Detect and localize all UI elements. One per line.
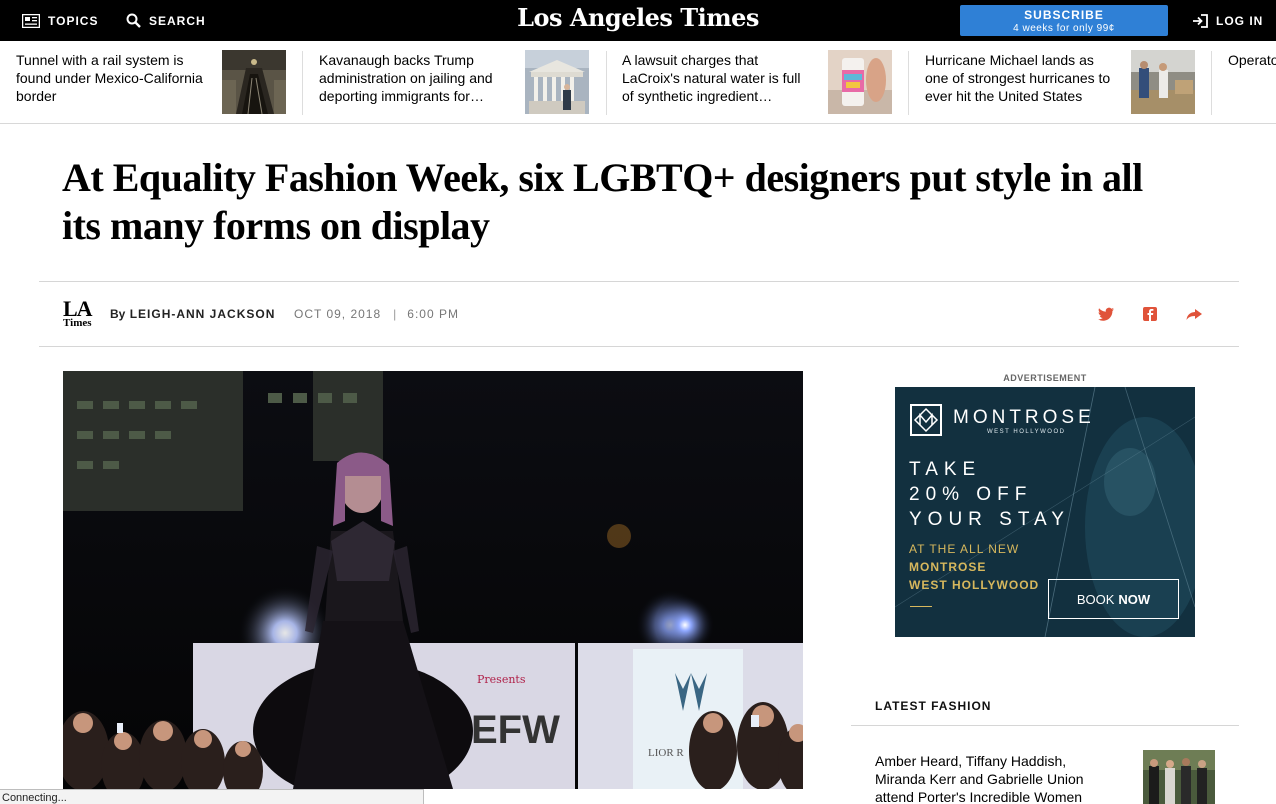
top-nav: TOPICS SEARCH Los Angeles Times SUBSCRIB… bbox=[0, 0, 1276, 41]
latest-fashion-rule bbox=[851, 725, 1239, 726]
rail-divider bbox=[1211, 51, 1212, 115]
login-button[interactable]: LOG IN bbox=[1192, 0, 1263, 41]
backdrop-efw-logo: EFW bbox=[471, 708, 560, 752]
rail-divider bbox=[302, 51, 303, 115]
rail-item-text[interactable]: Operato involved that kill bbox=[1228, 51, 1276, 69]
login-icon bbox=[1193, 13, 1208, 28]
ad-offer-line: YOUR STAY bbox=[909, 509, 1070, 530]
search-icon bbox=[126, 13, 141, 28]
subscribe-label: SUBSCRIBE bbox=[1024, 8, 1104, 22]
ad-offer-line: 20% OFF bbox=[909, 484, 1033, 505]
latest-fashion-heading: LATEST FASHION bbox=[875, 699, 992, 713]
twitter-icon[interactable] bbox=[1096, 304, 1116, 324]
montrose-ad[interactable]: MONTROSE WEST HOLLYWOOD TAKE 20% OFF YOU… bbox=[895, 387, 1195, 637]
runway-photo: Presents EFW LIOR R bbox=[63, 371, 803, 789]
latest-fashion-thumbnail[interactable] bbox=[1143, 750, 1215, 804]
login-label: LOG IN bbox=[1216, 13, 1264, 28]
topics-label: TOPICS bbox=[48, 13, 99, 28]
ad-tagline-location: WEST HOLLYWOOD bbox=[909, 578, 1040, 592]
supreme-court-photo[interactable] bbox=[525, 50, 589, 114]
rail-item-text[interactable]: Kavanaugh backs Trump administration on … bbox=[319, 51, 509, 105]
rail-item-text[interactable]: A lawsuit charges that LaCroix's natural… bbox=[622, 51, 812, 105]
publish-date: OCT 09, 2018 bbox=[294, 307, 382, 321]
topics-button[interactable]: TOPICS bbox=[22, 0, 98, 41]
lead-photo[interactable]: Presents EFW LIOR R bbox=[63, 371, 803, 789]
ad-gold-divider bbox=[910, 606, 932, 607]
book-now-button[interactable]: BOOK NOW bbox=[1048, 579, 1179, 619]
rail-item-text[interactable]: Hurricane Michael lands as one of strong… bbox=[925, 51, 1115, 105]
facebook-icon[interactable] bbox=[1140, 304, 1160, 324]
subscribe-offer: 4 weeks for only 99¢ bbox=[1013, 23, 1115, 34]
latest-fashion-item[interactable]: Amber Heard, Tiffany Haddish, Miranda Ke… bbox=[875, 752, 1115, 804]
ad-tagline: AT THE ALL NEW bbox=[909, 542, 1020, 556]
montrose-logo-icon bbox=[910, 404, 942, 436]
rail-item-text[interactable]: Tunnel with a rail system is found under… bbox=[16, 51, 206, 105]
book-now-label-bold: NOW bbox=[1118, 591, 1151, 607]
publish-time: 6:00 PM bbox=[407, 307, 459, 321]
rail-divider bbox=[606, 51, 607, 115]
newspaper-icon bbox=[22, 13, 40, 28]
headline-rail: Tunnel with a rail system is found under… bbox=[0, 41, 1276, 124]
tunnel-photo[interactable] bbox=[222, 50, 286, 114]
byline: By LEIGH-ANN JACKSON bbox=[110, 307, 275, 321]
logo-times-text: Times bbox=[63, 317, 92, 329]
date-separator: | bbox=[393, 307, 398, 321]
dateline: OCT 09, 2018 | 6:00 PM bbox=[294, 307, 459, 321]
byline-top-rule bbox=[39, 281, 1239, 282]
search-label: SEARCH bbox=[149, 13, 206, 28]
hurricane-photo[interactable] bbox=[1131, 50, 1195, 114]
author-name[interactable]: LEIGH-ANN JACKSON bbox=[130, 307, 276, 321]
rail-divider bbox=[908, 51, 909, 115]
byline-prefix: By bbox=[110, 307, 126, 321]
subscribe-button[interactable]: SUBSCRIBE 4 weeks for only 99¢ bbox=[960, 5, 1168, 36]
browser-status-bar: Connecting... bbox=[0, 789, 424, 804]
share-icon[interactable] bbox=[1184, 304, 1204, 324]
book-now-label-light: BOOK bbox=[1076, 591, 1115, 607]
advertisement-label: ADVERTISEMENT bbox=[1003, 373, 1087, 383]
la-times-byline-logo: LA Times bbox=[62, 296, 96, 330]
lacroix-can-photo[interactable] bbox=[828, 50, 892, 114]
search-button[interactable]: SEARCH bbox=[126, 0, 206, 41]
byline-bottom-rule bbox=[39, 346, 1239, 347]
ad-offer-line: TAKE bbox=[909, 459, 982, 480]
ad-brand: MONTROSE bbox=[953, 407, 1095, 428]
ad-brand-sub: WEST HOLLYWOOD bbox=[987, 429, 1066, 435]
article-headline: At Equality Fashion Week, six LGBTQ+ des… bbox=[62, 155, 1143, 248]
backdrop-brand-text: LIOR R bbox=[648, 747, 684, 759]
ad-tagline-brand: MONTROSE bbox=[909, 560, 987, 574]
backdrop-presents-text: Presents bbox=[477, 673, 526, 686]
